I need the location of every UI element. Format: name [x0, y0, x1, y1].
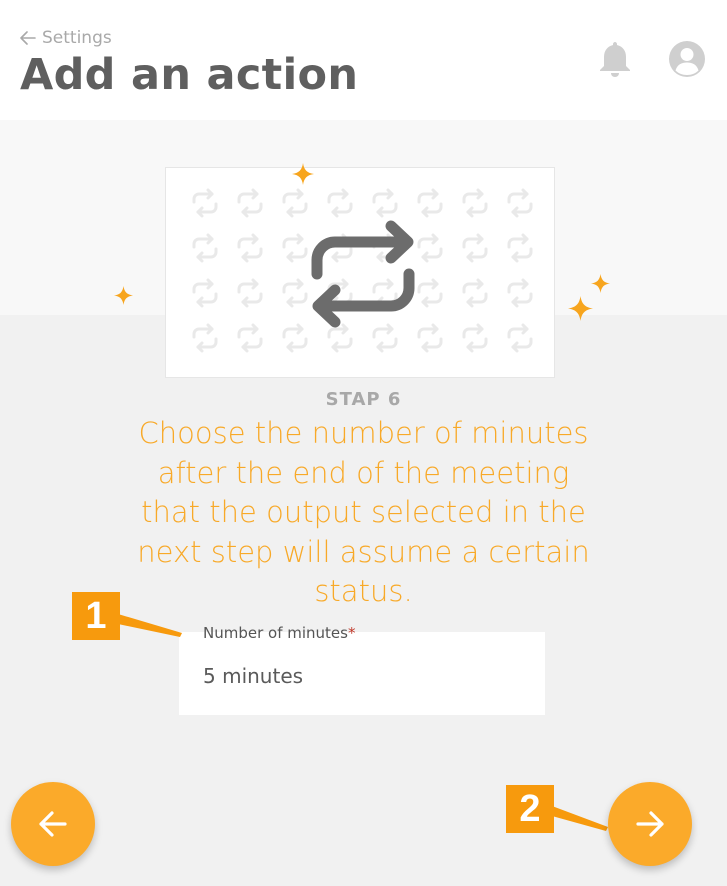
pattern-repeat-icon	[372, 323, 398, 353]
pattern-repeat-icon	[507, 323, 533, 353]
annotation-badge-1: 1	[72, 592, 120, 640]
pattern-repeat-icon	[282, 278, 308, 308]
pattern-repeat-icon	[417, 188, 443, 218]
pattern-repeat-icon	[282, 188, 308, 218]
pattern-repeat-icon	[282, 233, 308, 263]
pattern-repeat-icon	[507, 188, 533, 218]
field-label: Number of minutes*	[203, 624, 355, 642]
pattern-repeat-icon	[417, 278, 443, 308]
pattern-repeat-icon	[327, 323, 353, 353]
callout-pointer-2	[552, 806, 608, 831]
pattern-repeat-icon	[462, 233, 488, 263]
sparkle-icon	[591, 274, 610, 293]
pattern-repeat-icon	[462, 323, 488, 353]
arrow-right-icon	[636, 811, 664, 837]
pattern-repeat-icon	[462, 278, 488, 308]
sparkle-icon	[568, 296, 593, 321]
pattern-repeat-icon	[237, 278, 263, 308]
pattern-repeat-icon	[372, 188, 398, 218]
pattern-repeat-icon	[282, 323, 308, 353]
pattern-repeat-icon	[417, 233, 443, 263]
pattern-repeat-icon	[192, 323, 218, 353]
step-instruction: Choose the number of minutes after the e…	[137, 416, 590, 608]
step-label: STAP 6	[325, 389, 402, 410]
page-title: Add an action	[20, 50, 359, 100]
repeat-pattern	[192, 188, 533, 353]
pattern-repeat-icon	[192, 188, 218, 218]
pattern-repeat-icon	[192, 233, 218, 263]
pattern-repeat-icon	[237, 188, 263, 218]
minutes-select[interactable]	[203, 664, 523, 688]
pattern-repeat-icon	[237, 233, 263, 263]
pattern-repeat-icon	[417, 323, 443, 353]
pattern-repeat-icon	[462, 188, 488, 218]
sparkle-icon	[292, 163, 314, 185]
pattern-repeat-icon	[507, 278, 533, 308]
previous-step-button[interactable]	[11, 782, 95, 866]
arrow-left-icon	[20, 31, 36, 45]
arrow-left-icon	[39, 811, 67, 837]
pattern-repeat-icon	[192, 278, 218, 308]
bell-icon[interactable]	[598, 40, 632, 78]
pattern-repeat-icon	[507, 233, 533, 263]
next-step-button[interactable]	[608, 782, 692, 866]
number-of-minutes-field[interactable]: Number of minutes*	[179, 624, 545, 715]
background-repeat-icons	[192, 188, 533, 353]
illustration-card	[165, 167, 555, 378]
pattern-repeat-icon	[327, 188, 353, 218]
back-to-settings-link[interactable]: Settings	[20, 28, 112, 48]
required-marker: *	[347, 624, 356, 642]
field-label-text: Number of minutes	[203, 624, 348, 642]
annotation-badge-2: 2	[506, 785, 554, 833]
sparkle-icon	[114, 286, 133, 305]
repeat-icon	[311, 220, 415, 328]
callout-pointer-1	[118, 614, 182, 637]
header: Settings Add an action	[0, 0, 727, 120]
back-link-label: Settings	[42, 28, 112, 48]
user-avatar-icon[interactable]	[668, 40, 706, 78]
pattern-repeat-icon	[237, 323, 263, 353]
